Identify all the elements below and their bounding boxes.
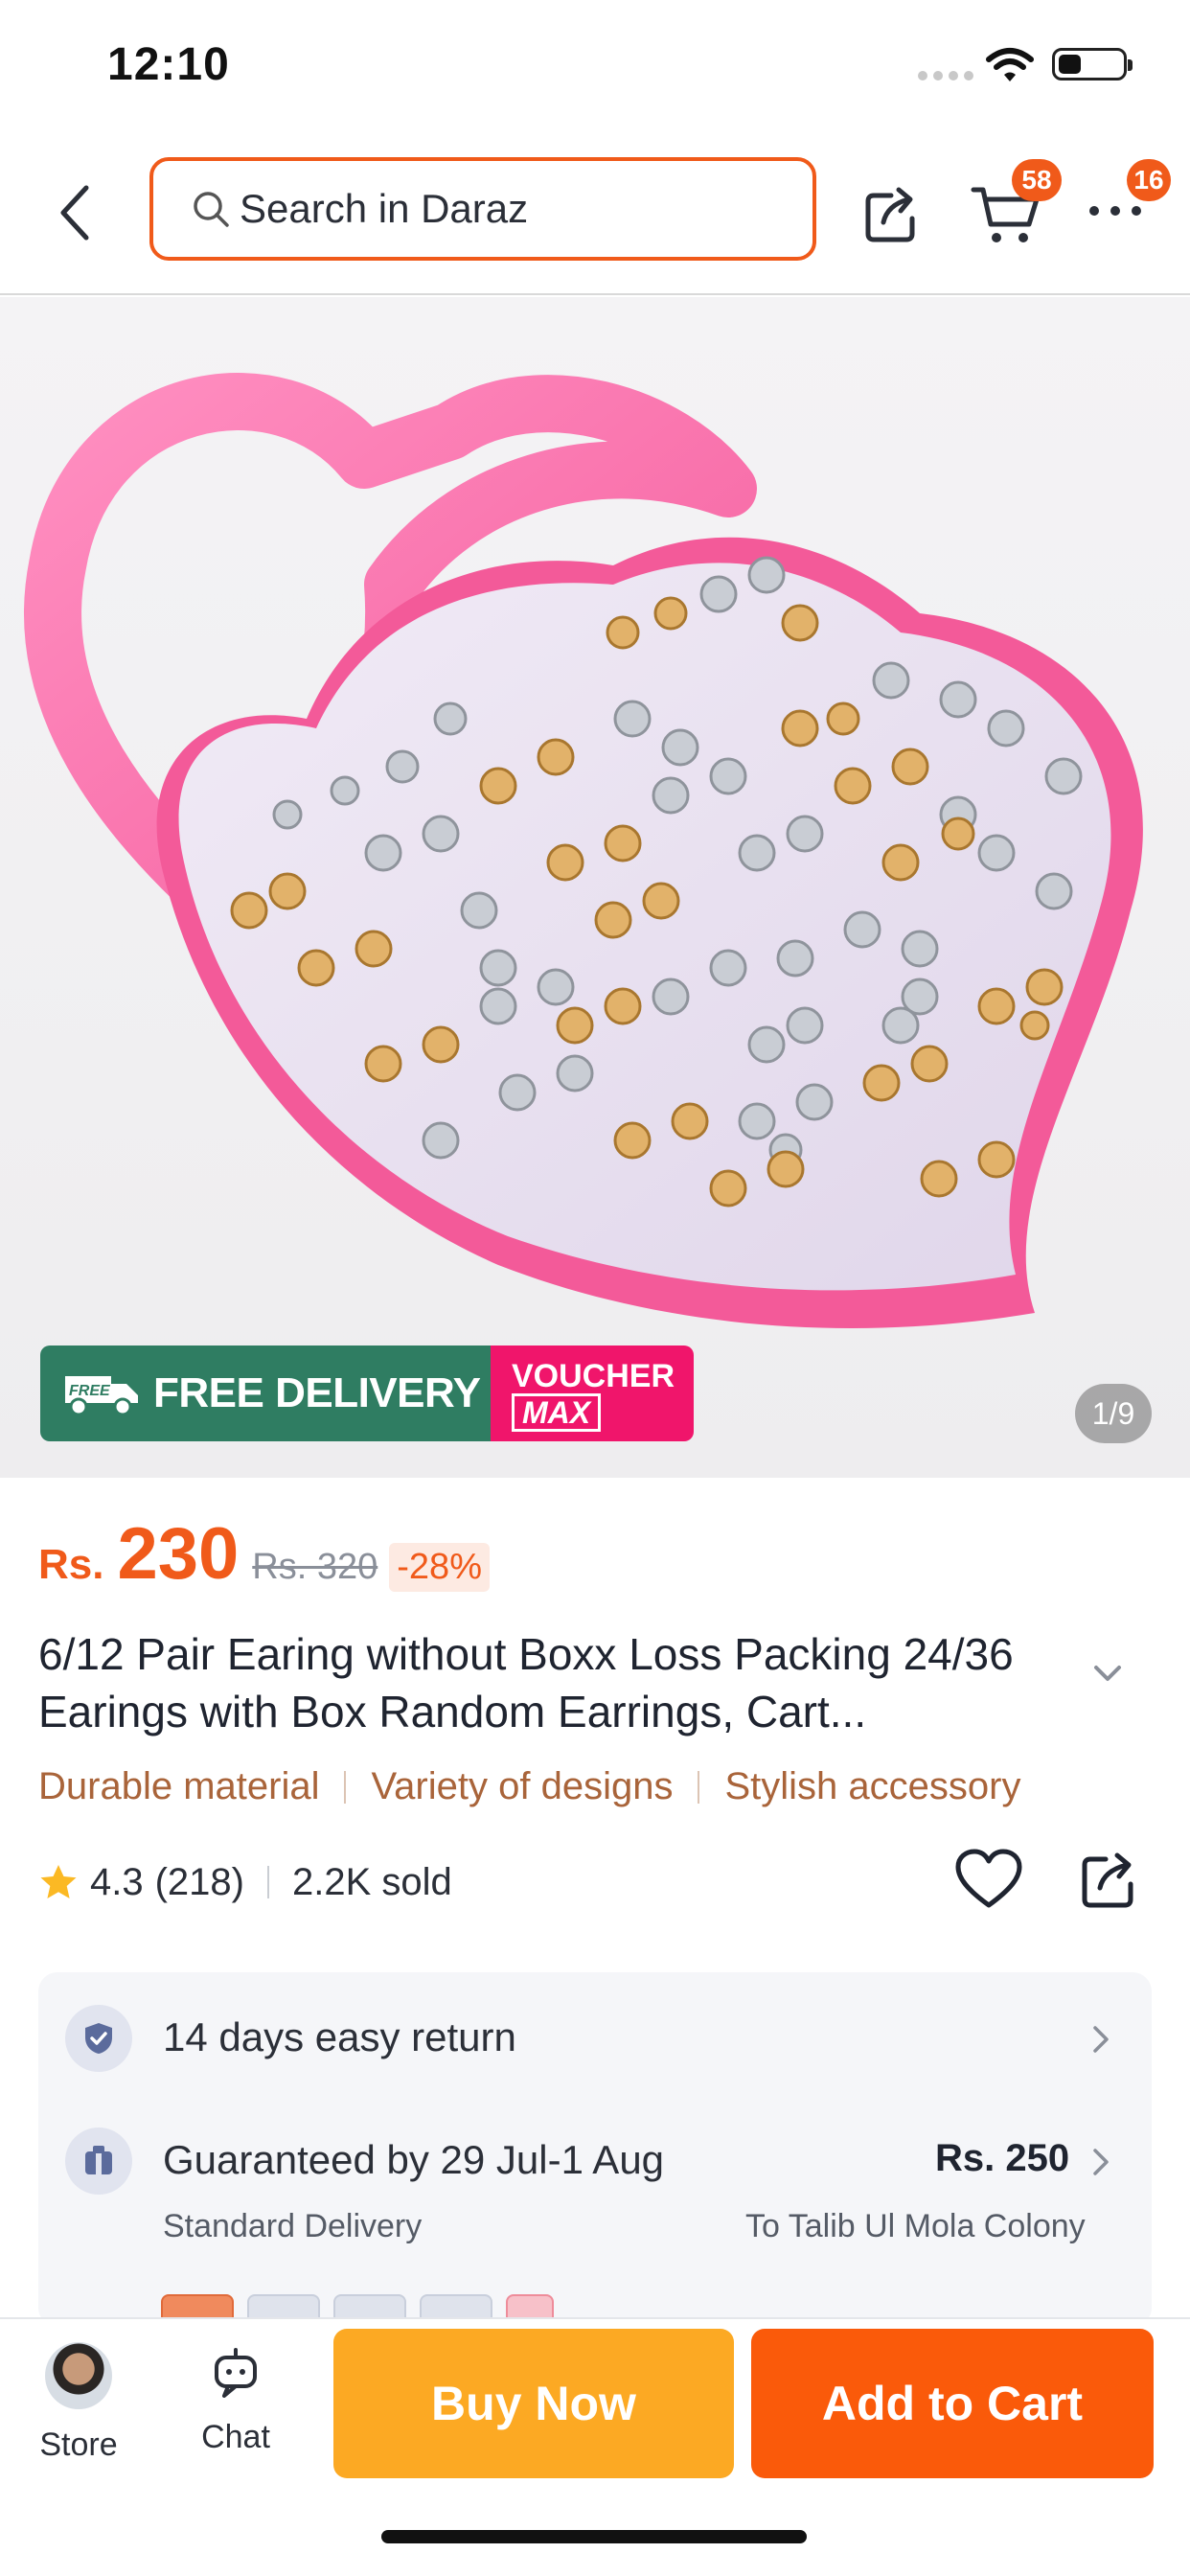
divider	[698, 1770, 700, 1804]
search-input[interactable]: Search in Daraz	[149, 157, 816, 261]
price-row: Rs. 230 Rs. 320 -28%	[38, 1512, 490, 1596]
chat-button[interactable]: Chat	[188, 2342, 284, 2456]
search-placeholder: Search in Daraz	[240, 186, 529, 231]
chat-robot-icon	[215, 2348, 257, 2398]
rating-score: 4.3	[90, 1860, 144, 1903]
status-time: 12:10	[107, 39, 230, 90]
service-info-panel: 14 days easy return Guaranteed by 29 Jul…	[38, 1972, 1152, 2327]
package-icon	[65, 2128, 132, 2195]
home-indicator	[381, 2530, 807, 2543]
chevron-right-icon[interactable]	[1090, 2022, 1111, 2057]
product-title[interactable]: 6/12 Pair Earing without Boxx Loss Packi…	[38, 1625, 1073, 1740]
free-delivery-text: FREE DELIVERY	[153, 1369, 481, 1416]
product-photo-heart-box	[24, 373, 1143, 1328]
delivery-type: Standard Delivery	[163, 2208, 423, 2244]
chevron-down-icon[interactable]	[1090, 1662, 1125, 1685]
wishlist-heart-icon[interactable]	[954, 1848, 1023, 1911]
back-arrow-icon[interactable]	[48, 174, 105, 251]
add-to-cart-button[interactable]: Add to Cart	[751, 2329, 1154, 2478]
image-page-indicator: 1/9	[1075, 1384, 1152, 1443]
store-avatar	[45, 2342, 112, 2409]
status-bar: 12:10	[0, 0, 1190, 134]
wifi-icon	[986, 48, 1034, 81]
cart-count-badge: 58	[1012, 159, 1062, 201]
rating-row[interactable]: 4.3 (218) 2.2K sold	[38, 1855, 452, 1909]
notification-badge: 16	[1127, 159, 1171, 201]
voucher-max-label: MAX	[512, 1393, 602, 1432]
original-price: Rs. 320	[252, 1547, 378, 1587]
buy-now-button[interactable]: Buy Now	[333, 2329, 734, 2478]
star-icon	[40, 1865, 77, 1898]
product-image-gallery[interactable]: FREE FREE DELIVERY VOUCHER MAX 1/9	[0, 297, 1190, 1478]
store-label: Store	[39, 2426, 118, 2463]
divider	[344, 1770, 347, 1804]
feature-item: Variety of designs	[371, 1765, 674, 1807]
delivery-truck-icon: FREE	[65, 1376, 138, 1416]
sold-count: 2.2K sold	[292, 1860, 452, 1903]
feature-item: Durable material	[38, 1765, 320, 1807]
cellular-signal-icon	[918, 71, 973, 80]
discount-badge: -28%	[389, 1543, 490, 1592]
price-currency: Rs.	[38, 1541, 104, 1588]
promo-banner: FREE FREE DELIVERY VOUCHER MAX	[40, 1346, 694, 1441]
top-header: Search in Daraz 58 16	[0, 134, 1190, 295]
chat-label: Chat	[201, 2419, 270, 2455]
divider	[267, 1866, 269, 1898]
free-delivery-badge: FREE FREE DELIVERY	[40, 1346, 491, 1441]
delivery-guarantee-text: Guaranteed by 29 Jul-1 Aug	[163, 2137, 665, 2182]
feature-highlights: Durable material Variety of designs Styl…	[38, 1765, 1020, 1808]
search-icon	[194, 192, 229, 227]
voucher-max-badge: VOUCHER MAX	[491, 1346, 694, 1441]
delivery-destination: To Talib Ul Mola Colony	[745, 2208, 1086, 2244]
rating-count: (218)	[154, 1860, 244, 1903]
chevron-right-icon[interactable]	[1090, 2145, 1111, 2179]
feature-item: Stylish accessory	[724, 1765, 1021, 1807]
return-policy-text: 14 days easy return	[163, 2014, 516, 2059]
truck-label: FREE	[69, 1383, 111, 1399]
share-icon[interactable]	[862, 174, 920, 251]
price-value: 230	[117, 1513, 240, 1595]
share-icon[interactable]	[1079, 1848, 1138, 1911]
voucher-label: VOUCHER	[512, 1358, 675, 1394]
store-button[interactable]: Store	[29, 2342, 128, 2476]
delivery-price: Rs. 250	[935, 2137, 1070, 2179]
battery-icon	[1052, 48, 1133, 80]
shield-check-icon	[65, 2005, 132, 2072]
